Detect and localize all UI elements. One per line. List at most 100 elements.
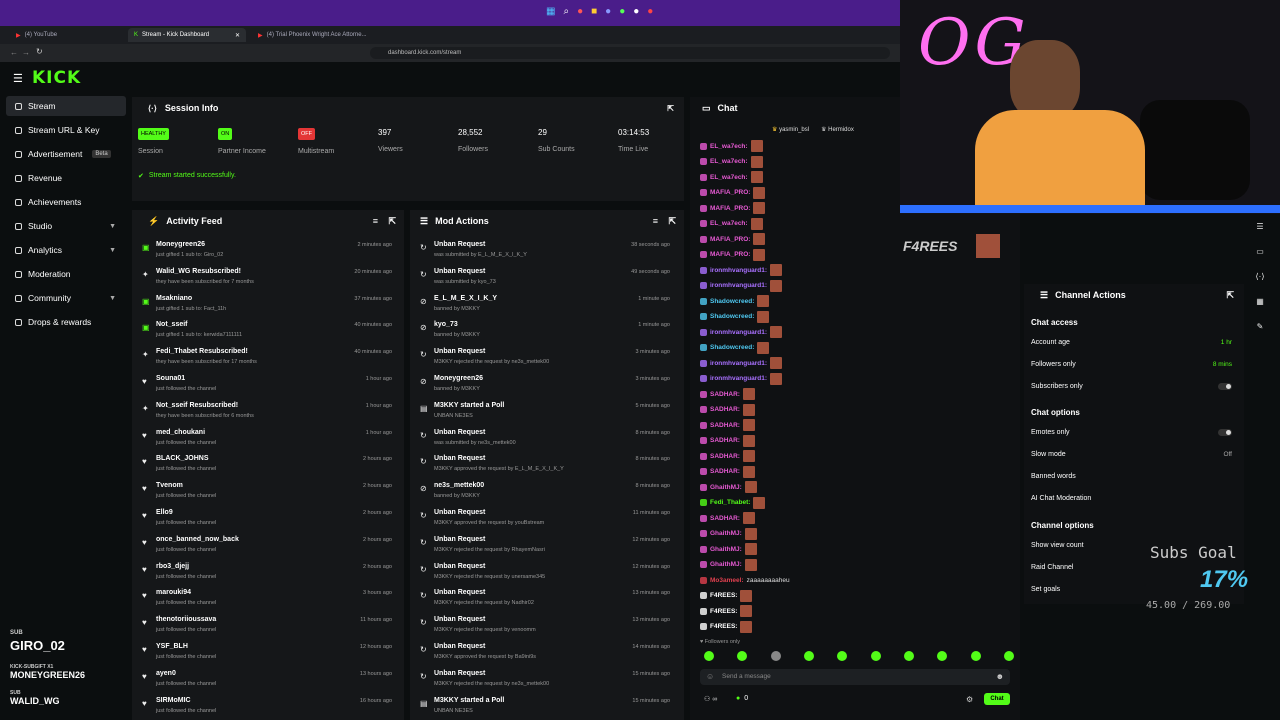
set-goals-label[interactable]: Set goals	[1031, 586, 1060, 593]
browser-tab[interactable]: ▶ (4) Trial Phoenix Wright Ace Attorne...	[252, 28, 373, 42]
list-item[interactable]: ♥ rbo3_djejj just followed the channel 2 ho…	[132, 560, 400, 587]
list-item[interactable]: ↻ Unban Request M3KKY rejected the request…	[410, 586, 678, 613]
followers-only-value[interactable]: 8 mins	[1213, 361, 1232, 368]
list-item[interactable]: ♥ med_choukani just followed the channel 1 …	[132, 426, 400, 453]
subscribers-only-toggle[interactable]	[1218, 383, 1232, 390]
chat-username[interactable]: ironmhvanguard1:	[710, 282, 767, 289]
gear-icon[interactable]: ⚙	[966, 695, 973, 704]
chat-username[interactable]: GhaithMJ:	[710, 530, 742, 537]
list-item[interactable]: ↻ Unban Request was submitted by E_L_M_E_X…	[410, 238, 678, 265]
emote-icon[interactable]	[870, 651, 881, 661]
pinned-user[interactable]: ♛ Hermidox	[821, 126, 854, 133]
list-item[interactable]: ♥ SIRMoMIC just followed the channel 16 hou…	[132, 694, 400, 720]
emote-icon[interactable]	[970, 651, 981, 661]
chat-message[interactable]: SADHAR:	[700, 387, 755, 401]
chat-message[interactable]: MAFIA_PRO:	[700, 232, 766, 246]
chat-username[interactable]: SADHAR:	[710, 422, 740, 429]
filter-icon[interactable]: ≡	[373, 216, 378, 226]
chat-message[interactable]: EL_wa7ech:	[700, 139, 763, 153]
chat-username[interactable]: F4REES:	[710, 592, 737, 599]
account-age-label[interactable]: Account age	[1031, 339, 1070, 346]
list-item[interactable]: ♥ BLACK_JOHNS just followed the channel 2 h…	[132, 452, 400, 479]
menu-icon[interactable]: ☰	[13, 72, 23, 85]
list-item[interactable]: ✦ Not_sseif Resubscribed! they have been s…	[132, 399, 400, 426]
account-age-value[interactable]: 1 hr	[1221, 339, 1232, 346]
chat-username[interactable]: Shadowcreed:	[710, 313, 754, 320]
browser-icon[interactable]: ●	[577, 6, 583, 17]
chat-send-button[interactable]: Chat	[984, 693, 1010, 705]
app-icon[interactable]: ●	[619, 6, 625, 17]
chat-username[interactable]: Fedi_Thabet:	[710, 499, 750, 506]
chat-username[interactable]: ironmhvanguard1:	[710, 360, 767, 367]
app-icon[interactable]: ●	[605, 6, 611, 17]
chat-message[interactable]: GhaithMJ:	[700, 527, 757, 541]
chat-username[interactable]: GhaithMJ:	[710, 546, 742, 553]
windows-icon[interactable]: ▦	[546, 6, 555, 17]
slow-mode-label[interactable]: Slow mode	[1031, 451, 1066, 458]
chat-message[interactable]: Shadowcreed:	[700, 294, 770, 308]
list-item[interactable]: ✦ Fedi_Thabet Resubscribed! they have been…	[132, 345, 400, 372]
chat-username[interactable]: SADHAR:	[710, 437, 740, 444]
list-item[interactable]: ↻ Unban Request was submitted by ne3s_mett…	[410, 426, 678, 453]
slow-mode-value[interactable]: Off	[1223, 451, 1232, 458]
sidebar-item-analytics[interactable]: Analytics ▼	[6, 240, 126, 260]
list-item[interactable]: ♥ marouki94 just followed the channel 3 hou…	[132, 586, 400, 613]
ai-moderation-label[interactable]: AI Chat Moderation	[1031, 495, 1091, 502]
search-icon[interactable]: ⌕	[563, 6, 569, 17]
broadcast-icon[interactable]: ⟨·⟩	[1256, 272, 1265, 281]
chat-username[interactable]: ironmhvanguard1:	[710, 375, 767, 382]
browser-tab[interactable]: ▶ (4) YouTube	[10, 28, 63, 42]
browser-tab-active[interactable]: K Stream - Kick Dashboard ✕	[128, 28, 246, 42]
chat-username[interactable]: GhaithMJ:	[710, 484, 742, 491]
list-item[interactable]: ↻ Unban Request M3KKY rejected the request…	[410, 345, 678, 372]
chat-username[interactable]: Shadowcreed:	[710, 298, 754, 305]
list-item[interactable]: ♥ ayen0 just followed the channel 13 hours …	[132, 667, 400, 694]
list-item[interactable]: ⊘ ne3s_mettek00 banned by M3KKY 8 minutes a…	[410, 479, 678, 506]
chat-message[interactable]: MAFIA_PRO:	[700, 186, 766, 200]
raid-channel-label[interactable]: Raid Channel	[1031, 564, 1073, 571]
emote-icon[interactable]	[737, 651, 748, 661]
chat-message[interactable]: ironmhvanguard1:	[700, 263, 783, 277]
wrench-icon[interactable]: ✎	[1257, 322, 1264, 331]
followers-only-label[interactable]: Followers only	[1031, 361, 1076, 368]
chat-username[interactable]: SADHAR:	[710, 391, 740, 398]
sidebar-item-stream[interactable]: Stream	[6, 96, 126, 116]
sidebar-item-community[interactable]: Community ▼	[6, 288, 126, 308]
chat-message[interactable]: GhaithMJ:	[700, 480, 757, 494]
chat-message[interactable]: EL_wa7ech:	[700, 155, 763, 169]
chat-message[interactable]: SADHAR:	[700, 449, 755, 463]
sidebar-item-achievements[interactable]: Achievements	[6, 192, 126, 212]
chat-message[interactable]: SADHAR:	[700, 465, 755, 479]
chat-message[interactable]: MAFIA_PRO:	[700, 201, 766, 215]
chat-username[interactable]: Shadowcreed:	[710, 344, 754, 351]
sidebar-item-drops[interactable]: Drops & rewards	[6, 312, 126, 332]
chat-message[interactable]: Shadowcreed:	[700, 310, 770, 324]
chat-icon[interactable]: ▭	[1256, 247, 1264, 256]
list-item[interactable]: ♥ Ello9 just followed the channel 2 hours a…	[132, 506, 400, 533]
chat-message[interactable]: ironmhvanguard1:	[700, 372, 783, 386]
kick-logo[interactable]: KICK	[32, 68, 81, 88]
chat-username[interactable]: EL_wa7ech:	[710, 174, 748, 181]
emote-icon[interactable]	[837, 651, 848, 661]
grid-icon[interactable]: ▦	[1256, 297, 1264, 306]
emote-icon[interactable]	[770, 651, 781, 661]
chat-message[interactable]: F4REES:	[700, 589, 753, 603]
chat-username[interactable]: EL_wa7ech:	[710, 158, 748, 165]
chat-username[interactable]: MAFIA_PRO:	[710, 251, 750, 258]
list-icon[interactable]: ☰	[1256, 222, 1263, 231]
close-icon[interactable]: ✕	[235, 32, 240, 39]
popout-icon[interactable]: ⇱	[667, 104, 674, 113]
list-item[interactable]: ↻ Unban Request M3KKY approved the request…	[410, 452, 678, 479]
chat-message[interactable]: SADHAR:	[700, 511, 755, 525]
chat-username[interactable]: SADHAR:	[710, 406, 740, 413]
back-icon[interactable]: ←	[10, 48, 18, 57]
list-item[interactable]: ♥ Tvenom just followed the channel 2 hours …	[132, 479, 400, 506]
emote-icon[interactable]	[903, 651, 914, 661]
chat-username[interactable]: SADHAR:	[710, 453, 740, 460]
list-item[interactable]: ▣ Not_sseif just gifted 1 sub to: kerwida7…	[132, 318, 400, 345]
chat-message[interactable]: ironmhvanguard1:	[700, 356, 783, 370]
chat-message[interactable]: EL_wa7ech:	[700, 170, 763, 184]
chat-message[interactable]: Shadowcreed:	[700, 341, 770, 355]
sidebar-item-advertisement[interactable]: Advertisement Beta	[6, 144, 126, 164]
chat-message[interactable]: F4REES:	[700, 604, 753, 618]
